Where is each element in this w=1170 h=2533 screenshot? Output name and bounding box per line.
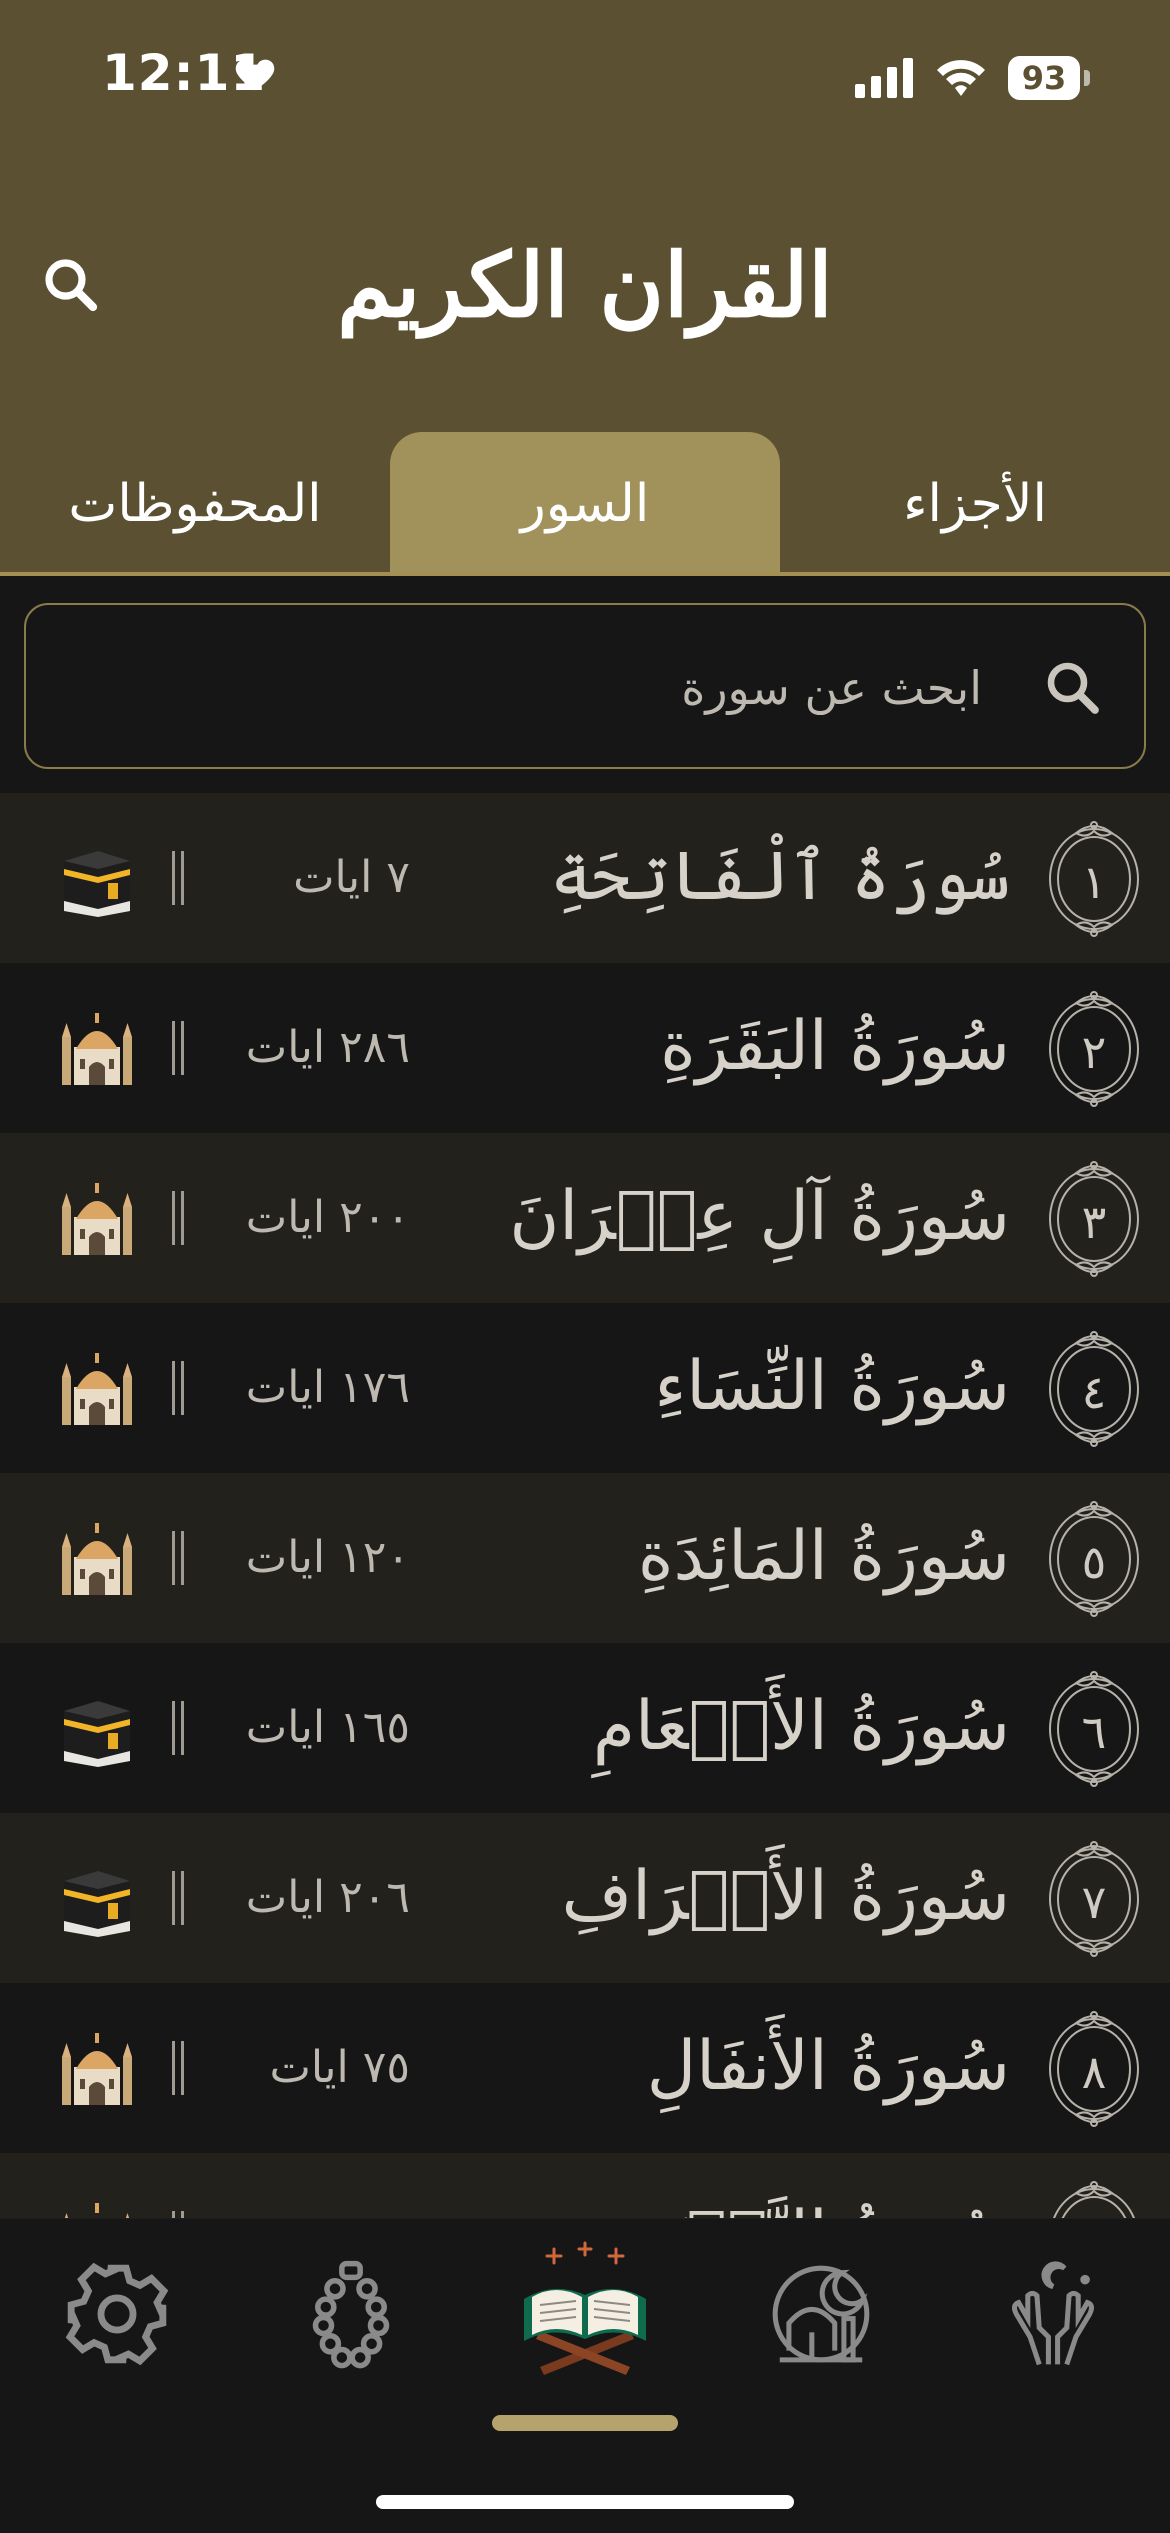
search-icon[interactable] (38, 252, 104, 318)
surah-name: سُورَةُ المَائِدَةِ (637, 1517, 1010, 1596)
surah-number-medallion: ٩ (1046, 2179, 1142, 2218)
surah-row[interactable]: ٥ سُورَةُ المَائِدَةِ ١٢٠ ايات (0, 1473, 1170, 1643)
surah-name: سُورَةُ النِّسَاءِ (654, 1347, 1010, 1426)
separator (168, 1021, 188, 1075)
ayah-count: ١٢٠ ايات (245, 1532, 410, 1583)
surah-search-box[interactable] (24, 603, 1146, 769)
surah-number-medallion: ١ (1046, 819, 1142, 937)
tab-bar: المحفوظات السور الأجزاء (0, 432, 1170, 576)
surah-search-input[interactable] (180, 645, 984, 731)
surah-list: ١ سُورَةُ ٱلْفَاتِحَةِ ٧ ايات ٢ سُورَةُ … (0, 793, 1170, 2218)
status-bar: 12:11 93 (0, 0, 1170, 150)
app-header: 12:11 93 القران الكريم المحفوظات السور ا… (0, 0, 1170, 576)
search-icon (1047, 662, 1099, 714)
surah-row[interactable]: ٤ سُورَةُ النِّسَاءِ ١٧٦ ايات (0, 1303, 1170, 1473)
surah-number-medallion: ٦ (1046, 1669, 1142, 1787)
surah-name: سُورَةُ الأَنۡعَامِ (592, 1687, 1010, 1766)
separator (168, 1191, 188, 1245)
ayah-count: ٧٥ ايات (269, 2042, 410, 2093)
surah-row[interactable]: ١ سُورَةُ ٱلْفَاتِحَةِ ٧ ايات (0, 793, 1170, 963)
ayah-count: ١٦٥ ايات (245, 1702, 410, 1753)
surah-row[interactable]: ٨ سُورَةُ الأَنفَالِ ٧٥ ايات (0, 1983, 1170, 2153)
wifi-icon (937, 60, 985, 96)
dua-hands-icon[interactable] (998, 2259, 1108, 2369)
heart-icon (235, 59, 275, 91)
tab-saved[interactable]: المحفوظات (0, 432, 390, 576)
surah-name: سُورَةُ آلِ عِمۡرَانَ (509, 1177, 1010, 1256)
tab-surahs[interactable]: السور (390, 432, 780, 576)
surah-number-medallion: ٣ (1046, 1159, 1142, 1277)
mosque-icon (58, 2029, 136, 2107)
surah-number-medallion: ٧ (1046, 1839, 1142, 1957)
separator (168, 1531, 188, 1585)
tab-divider (0, 572, 1170, 576)
surah-row[interactable]: ٧ سُورَةُ الأَعۡرَافِ ٢٠٦ ايات (0, 1813, 1170, 1983)
separator (168, 1361, 188, 1415)
mosque-icon (58, 1179, 136, 1257)
quran-book-icon[interactable] (518, 2239, 652, 2379)
surah-number: ٥ (1081, 1535, 1107, 1589)
home-indicator[interactable] (376, 2495, 794, 2509)
kaaba-icon (58, 839, 136, 917)
separator (168, 851, 188, 905)
surah-name: سُورَةُ البَقَرَةِ (660, 1007, 1010, 1086)
gear-icon[interactable] (62, 2259, 172, 2369)
surah-number: ٦ (1081, 1705, 1107, 1759)
surah-name: سُورَةُ ٱلْفَاتِحَةِ (550, 837, 1010, 916)
ayah-count: ٧ ايات (293, 852, 410, 903)
surah-row[interactable]: ٢ سُورَةُ البَقَرَةِ ٢٨٦ ايات (0, 963, 1170, 1133)
surah-number-medallion: ٥ (1046, 1499, 1142, 1617)
prayer-beads-icon[interactable] (296, 2259, 406, 2369)
mosque-icon (58, 1009, 136, 1087)
mosque-icon (58, 1349, 136, 1427)
surah-name: سُورَةُ الأَعۡرَافِ (561, 1857, 1010, 1936)
surah-row[interactable]: ٦ سُورَةُ الأَنۡعَامِ ١٦٥ ايات (0, 1643, 1170, 1813)
surah-number: ٧ (1081, 1875, 1107, 1929)
tab-juz[interactable]: الأجزاء (780, 432, 1170, 576)
surah-number: ٤ (1081, 1365, 1107, 1419)
surah-number-medallion: ٢ (1046, 989, 1142, 1107)
page-title: القران الكريم (337, 233, 833, 337)
ayah-count: ٢٨٦ ايات (245, 1022, 410, 1073)
battery-indicator: 93 (1008, 56, 1090, 100)
surah-row[interactable]: ٩ سُورَةُ التَّوۡبَةِ (0, 2153, 1170, 2218)
battery-nub (1084, 70, 1090, 86)
surah-name: سُورَةُ الأَنفَالِ (646, 2027, 1010, 2106)
kaaba-icon (58, 1859, 136, 1937)
surah-number-medallion: ٤ (1046, 1329, 1142, 1447)
cellular-signal-icon (855, 58, 913, 98)
surah-number-medallion: ٨ (1046, 2009, 1142, 2127)
surah-row[interactable]: ٣ سُورَةُ آلِ عِمۡرَانَ ٢٠٠ ايات (0, 1133, 1170, 1303)
bottom-navigation (0, 2218, 1170, 2533)
separator (168, 1701, 188, 1755)
ayah-count (170, 2205, 410, 2218)
separator (168, 2041, 188, 2095)
kaaba-icon (58, 1689, 136, 1767)
nav-selected-indicator (492, 2415, 678, 2431)
surah-number: ٨ (1081, 2045, 1107, 2099)
surah-number: ١ (1081, 855, 1107, 909)
mosque-icon (58, 2199, 136, 2218)
mosque-crescent-icon[interactable] (766, 2259, 876, 2369)
mosque-icon (58, 1519, 136, 1597)
battery-level: 93 (1008, 56, 1080, 100)
separator (168, 1871, 188, 1925)
separator (168, 2211, 188, 2218)
surah-name: سُورَةُ التَّوۡبَةِ (450, 2177, 1010, 2218)
surah-number: ٣ (1081, 1195, 1107, 1249)
ayah-count: ١٧٦ ايات (245, 1362, 410, 1413)
ayah-count: ٢٠٠ ايات (245, 1192, 410, 1243)
ayah-count: ٢٠٦ ايات (245, 1872, 410, 1923)
surah-number: ٢ (1081, 1025, 1107, 1079)
